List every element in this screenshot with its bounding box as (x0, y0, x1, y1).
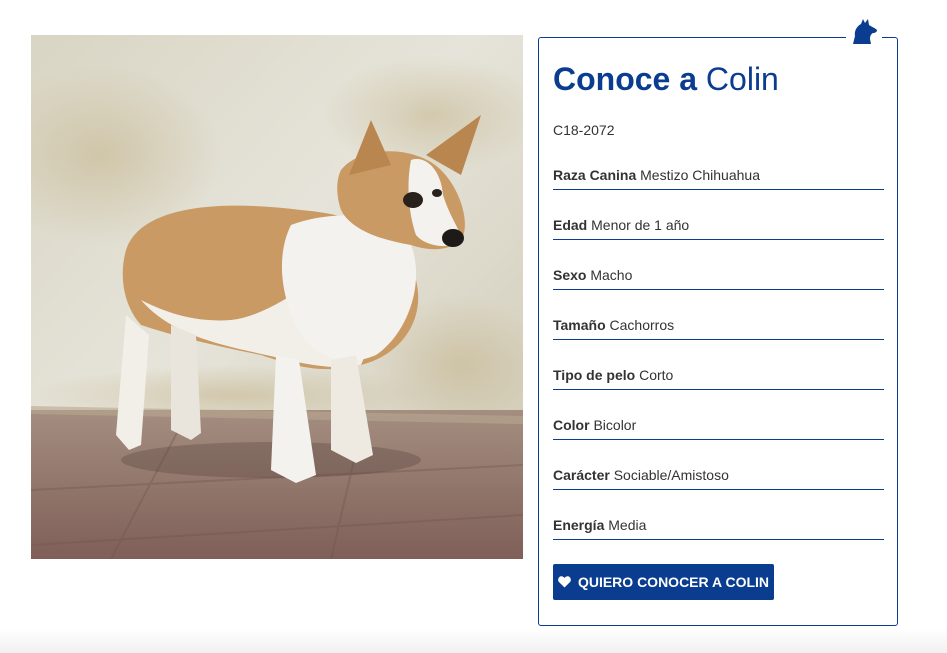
attribute-label: Color (553, 417, 590, 433)
attribute-label: Energía (553, 517, 605, 533)
attribute-label: Sexo (553, 267, 587, 283)
attribute-label: Tipo de pelo (553, 367, 636, 383)
attribute-row-character: Carácter Sociable/Amistoso (553, 466, 884, 490)
attribute-label: Edad (553, 217, 588, 233)
attribute-row-size: Tamaño Cachorros (553, 316, 884, 340)
attribute-value: Cachorros (609, 317, 675, 333)
heart-icon (558, 576, 571, 588)
meet-pet-button-label: QUIERO CONOCER A COLIN (577, 574, 770, 590)
attribute-value: Bicolor (593, 417, 637, 433)
attribute-value: Corto (639, 367, 674, 383)
page-footer-band (0, 628, 947, 653)
attribute-row-coat: Tipo de pelo Corto (553, 366, 884, 390)
attribute-row-energy: Energía Media (553, 516, 884, 540)
page-title-name: Colin (705, 61, 779, 97)
attribute-value: Media (608, 517, 647, 533)
attribute-label: Carácter (553, 467, 610, 483)
meet-pet-button[interactable]: QUIERO CONOCER A COLIN (553, 564, 774, 600)
attribute-row-breed: Raza Canina Mestizo Chihuahua (553, 166, 884, 190)
attribute-label: Tamaño (553, 317, 606, 333)
attribute-row-sex: Sexo Macho (553, 266, 884, 290)
attribute-value: Macho (590, 267, 633, 283)
attribute-value: Menor de 1 año (591, 217, 690, 233)
attribute-row-color: Color Bicolor (553, 416, 884, 440)
attribute-value: Mestizo Chihuahua (640, 167, 760, 183)
page-title: Conoce a Colin (553, 60, 779, 98)
attribute-label: Raza Canina (553, 167, 637, 183)
page-title-prefix: Conoce a (553, 61, 698, 97)
attribute-value: Sociable/Amistoso (613, 467, 729, 483)
dog-head-icon (846, 16, 882, 48)
pet-code: C18-2072 (553, 122, 615, 138)
attribute-row-age: Edad Menor de 1 año (553, 216, 884, 240)
dog-photo (31, 35, 523, 559)
